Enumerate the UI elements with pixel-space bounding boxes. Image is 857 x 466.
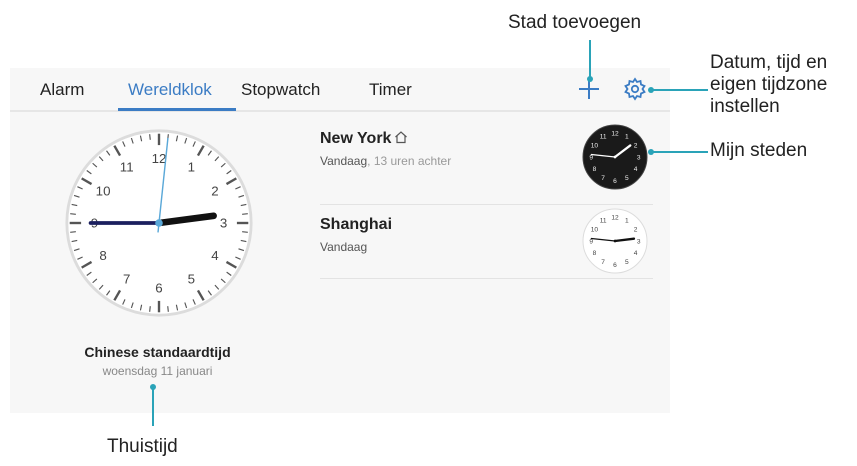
clock-numeral: 2 [634,142,638,149]
clock-tick [242,213,248,215]
clock-numeral: 9 [589,154,593,161]
clock-tick [242,231,248,233]
clock-numeral: 4 [211,248,218,263]
clock-numeral: 3 [637,238,641,245]
clock-numeral: 6 [613,178,617,185]
clock-numeral: 10 [591,226,599,233]
tab-alarm[interactable]: Alarm [40,80,84,100]
clock-center [155,219,163,227]
clock-tick [70,231,76,233]
home-analog-clock: 121234567891011 [65,129,253,317]
clock-numeral: 11 [600,134,607,141]
annotation-my-cities: Mijn steden [710,140,808,161]
home-date: woensdag 11 januari [102,364,213,378]
city-day-offset: Vandaag, 13 uren achter [320,154,452,168]
annotation-add-city: Stad toevoegen [508,12,642,33]
clock-tick [149,306,151,312]
clock-numeral: 1 [625,218,629,225]
city-row-shanghai[interactable]: Shanghai Vandaag 12 1 2 3 4 5 6 7 8 9 10 11 [320,204,653,279]
callout-dot-settings [648,87,654,93]
clock-numeral: 7 [123,272,130,287]
city-day-offset: Vandaag [320,240,368,254]
clock-numeral: 1 [188,160,195,175]
tab-world-clock[interactable]: Wereldklok [128,80,212,100]
annotation-home-time: Thuistijd [107,436,178,457]
clock-numeral: 5 [625,175,629,182]
annotation-settings: Datum, tijd en eigen tijdzone instellen [710,52,828,117]
tab-stopwatch[interactable]: Stopwatch [241,80,320,100]
home-timezone-name: Chinese standaardtijd [84,344,231,360]
clock-numeral: 3 [637,154,641,161]
tab-timer[interactable]: Timer [369,80,412,100]
home-icon [395,131,408,144]
callout-dot-home-time [150,384,156,390]
clock-numeral: 8 [593,166,597,173]
new-york-mini-clock: 12 12 3 45 6 789 1011 [582,124,648,190]
clock-numeral: 6 [155,280,162,295]
settings-button[interactable] [622,76,648,102]
clock-numeral: 12 [611,215,619,222]
world-clock-screen: Alarm Wereldklok Stopwatch Timer 12 1 2 3 4 5… [10,68,670,413]
clock-numeral: 9 [589,238,593,245]
callout-line-add-city [589,40,591,78]
clock-tick [149,134,151,140]
city-row-new-york[interactable]: New York Vandaag, 13 uren achter 12 1 2 3 4 5… [320,124,653,205]
clock-numeral: 10 [96,183,111,198]
clock-numeral: 11 [600,218,607,225]
clock-numeral: 5 [188,272,195,287]
clock-numeral: 12 [152,151,167,166]
clock-center [613,239,617,243]
clock-numeral: 7 [601,175,605,182]
shanghai-mini-clock: 12 12 3 45 6 789 1011 [582,208,648,274]
callout-line-my-cities [652,151,708,153]
clock-numeral: 8 [593,250,597,257]
clock-numeral: 11 [120,160,134,175]
clock-numeral: 12 [611,131,619,138]
clock-numeral: 2 [211,183,218,198]
tab-bar: Alarm Wereldklok Stopwatch Timer [10,68,670,112]
callout-dot-add-city [587,76,593,82]
clock-numeral: 2 [634,226,638,233]
clock-numeral: 4 [634,166,638,173]
city-name: Shanghai [320,216,393,233]
clock-numeral: 3 [220,216,227,231]
city-name: New York [320,130,408,148]
callout-dot-my-cities [648,149,654,155]
clock-tick [167,306,169,312]
clock-numeral: 10 [591,142,599,149]
callout-line-home-time [152,386,154,426]
gear-icon [624,77,646,101]
clock-numeral: 6 [613,262,617,269]
clock-numeral: 5 [625,259,629,266]
clock-numeral: 7 [601,259,605,266]
active-tab-indicator [118,108,236,111]
callout-line-settings [652,89,708,91]
clock-center [613,155,617,159]
clock-numeral: 1 [625,134,629,141]
clock-numeral: 4 [634,250,638,257]
clock-numeral: 8 [99,248,106,263]
clock-tick [70,213,76,215]
